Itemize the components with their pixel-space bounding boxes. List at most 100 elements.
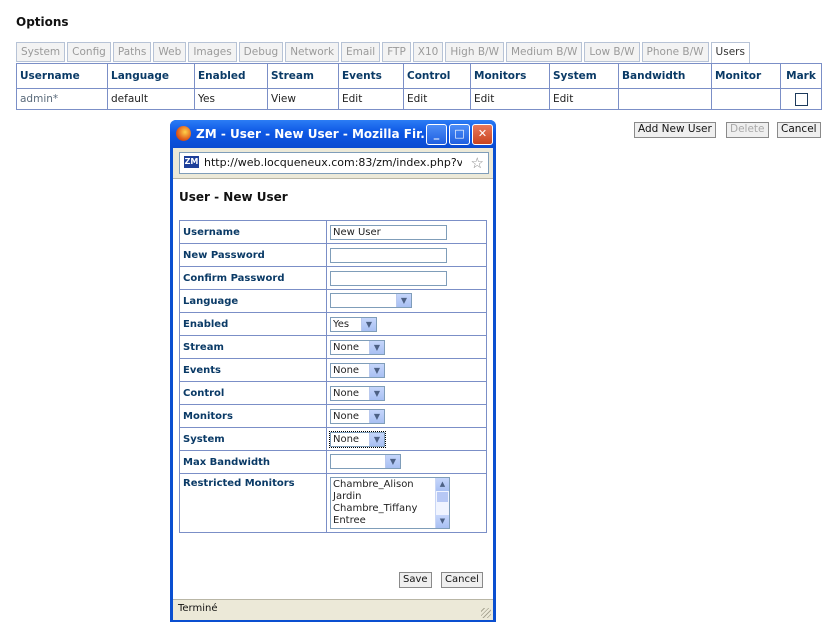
cell-monitor (711, 88, 781, 110)
tab-x10[interactable]: X10 (412, 42, 444, 62)
stream-cell: None ▼ (326, 335, 487, 359)
save-button[interactable]: Save (399, 572, 432, 588)
tab-low-bw[interactable]: Low B/W (584, 42, 640, 62)
scroll-up-icon[interactable]: ▲ (436, 478, 449, 491)
scroll-thumb[interactable] (437, 492, 448, 502)
cell-bandwidth (618, 88, 712, 110)
chevron-down-icon: ▼ (369, 340, 384, 354)
chevron-down-icon: ▼ (361, 317, 376, 331)
new-password-cell (326, 243, 487, 267)
chevron-down-icon: ▼ (369, 386, 384, 400)
chevron-down-icon: ▼ (396, 293, 411, 307)
tab-ftp[interactable]: FTP (382, 42, 411, 62)
control-select[interactable]: None ▼ (330, 385, 385, 401)
page-title: Options (16, 15, 69, 29)
form-row-username: Username New User (179, 220, 487, 244)
language-value (331, 294, 396, 307)
col-monitors: Monitors (470, 63, 550, 89)
enabled-select[interactable]: Yes ▼ (330, 316, 377, 332)
language-select[interactable]: ▼ (330, 292, 412, 308)
system-value: None (333, 433, 360, 445)
close-icon[interactable]: ✕ (472, 124, 493, 145)
mark-checkbox[interactable] (794, 92, 808, 106)
window-titlebar[interactable]: ZM - User - New User - Mozilla Fir... _ … (170, 120, 496, 148)
list-item[interactable]: Entree (333, 515, 417, 527)
chevron-down-icon: ▼ (369, 363, 384, 377)
url-bar: ZM http://web.locqueneux.com:83/zm/index… (173, 148, 493, 179)
system-label: System (179, 427, 327, 451)
form-row-system: System None ▼ (179, 427, 487, 451)
tab-users[interactable]: Users (710, 42, 750, 64)
col-system: System (549, 63, 619, 89)
popup-cancel-button[interactable]: Cancel (441, 572, 483, 588)
cell-control: Edit (403, 88, 471, 110)
events-select[interactable]: None ▼ (330, 362, 385, 378)
table-row: admin* default Yes View Edit Edit Edit E… (16, 88, 822, 110)
scroll-down-icon[interactable]: ▼ (436, 515, 449, 528)
stream-select[interactable]: None ▼ (330, 339, 385, 355)
tab-medium-bw[interactable]: Medium B/W (505, 42, 583, 62)
tab-images[interactable]: Images (188, 42, 237, 62)
max-bandwidth-select[interactable]: ▼ (330, 453, 401, 469)
tab-email[interactable]: Email (341, 42, 381, 62)
username-input[interactable]: New User (330, 224, 447, 240)
restricted-monitors-listbox[interactable]: Chambre_Alison Jardin Chambre_Tiffany En… (330, 477, 450, 529)
col-monitor: Monitor (711, 63, 781, 89)
tab-config[interactable]: Config (67, 42, 111, 62)
col-username: Username (16, 63, 108, 89)
events-value: None (333, 364, 360, 376)
col-language: Language (107, 63, 195, 89)
form-title: User - New User (179, 190, 288, 204)
list-item[interactable]: Chambre_Tiffany (333, 503, 417, 515)
restricted-monitors-label: Restricted Monitors (179, 473, 327, 533)
max-bandwidth-cell: ▼ (326, 450, 487, 474)
new-password-input[interactable] (330, 247, 447, 263)
enabled-value: Yes (333, 318, 350, 330)
url-text: http://web.locqueneux.com:83/zm/index.ph… (204, 156, 462, 169)
status-text: Terminé (178, 603, 218, 614)
chevron-down-icon: ▼ (369, 432, 384, 446)
tab-phone-bw[interactable]: Phone B/W (641, 42, 709, 62)
bookmark-star-icon[interactable]: ☆ (471, 154, 484, 172)
system-select[interactable]: None ▼ (329, 430, 386, 448)
monitors-cell: None ▼ (326, 404, 487, 428)
delete-button[interactable]: Delete (726, 122, 769, 138)
cell-monitors: Edit (470, 88, 550, 110)
form-row-monitors: Monitors None ▼ (179, 404, 487, 428)
restricted-monitors-cell: Chambre_Alison Jardin Chambre_Tiffany En… (326, 473, 487, 533)
cell-language: default (107, 88, 195, 110)
listbox-scrollbar[interactable]: ▲ ▼ (435, 478, 449, 528)
col-mark: Mark (780, 63, 822, 89)
url-field[interactable]: ZM http://web.locqueneux.com:83/zm/index… (179, 152, 489, 174)
tab-network[interactable]: Network (285, 42, 340, 62)
form-row-new-password: New Password (179, 243, 487, 267)
maximize-icon[interactable]: □ (449, 124, 470, 145)
user-link[interactable]: admin* (16, 88, 108, 110)
system-cell: None ▼ (326, 427, 487, 451)
tab-system[interactable]: System (16, 42, 66, 62)
monitors-select[interactable]: None ▼ (330, 408, 385, 424)
form-row-confirm-password: Confirm Password (179, 266, 487, 290)
users-table: Username Language Enabled Stream Events … (16, 63, 822, 110)
chevron-down-icon: ▼ (369, 409, 384, 423)
table-header-row: Username Language Enabled Stream Events … (16, 63, 822, 89)
add-new-user-button[interactable]: Add New User (634, 122, 716, 138)
tab-web[interactable]: Web (153, 42, 187, 62)
minimize-icon[interactable]: _ (426, 124, 447, 145)
site-zm-icon: ZM (184, 156, 199, 168)
user-form-table: Username New User New Password Confirm P… (179, 220, 487, 533)
confirm-password-input[interactable] (330, 270, 447, 286)
list-item[interactable]: Jardin (333, 491, 417, 503)
cell-stream: View (267, 88, 339, 110)
control-label: Control (179, 381, 327, 405)
username-label: Username (179, 220, 327, 244)
new-password-label: New Password (179, 243, 327, 267)
form-row-events: Events None ▼ (179, 358, 487, 382)
tab-paths[interactable]: Paths (112, 42, 152, 62)
tab-debug[interactable]: Debug (238, 42, 284, 62)
form-row-max-bandwidth: Max Bandwidth ▼ (179, 450, 487, 474)
tab-high-bw[interactable]: High B/W (445, 42, 504, 62)
list-item[interactable]: Chambre_Alison (333, 479, 417, 491)
cancel-button[interactable]: Cancel (777, 122, 821, 138)
resize-grip-icon[interactable] (481, 608, 491, 618)
